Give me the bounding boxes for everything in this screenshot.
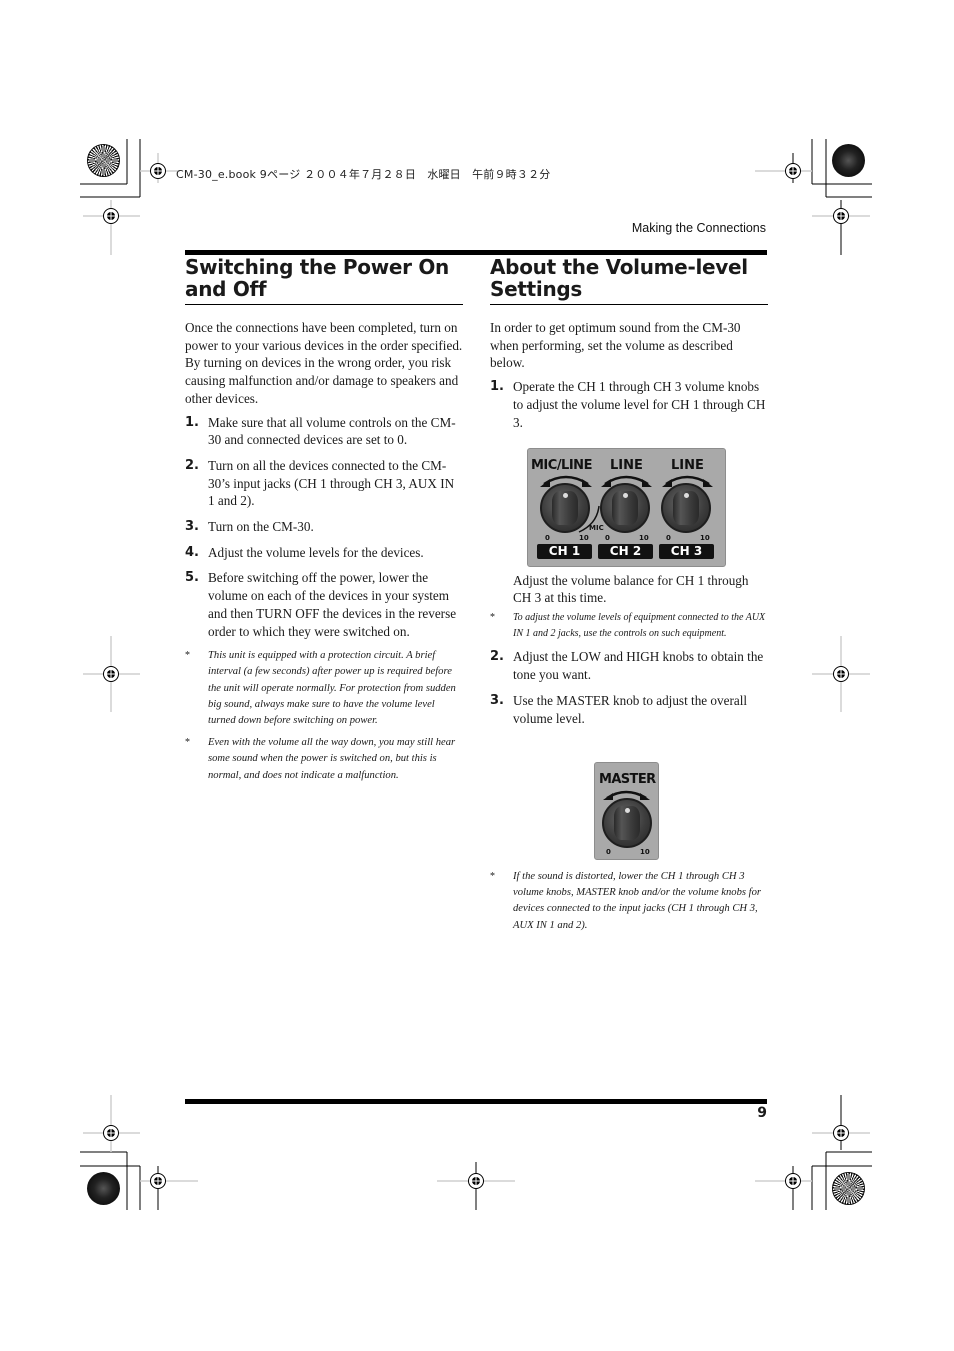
ch3-badge: CH 3: [659, 544, 714, 559]
master-knob-illustration: MASTER 0 10: [594, 762, 659, 860]
step-item: 2. Adjust the LOW and HIGH knobs to obtai…: [490, 648, 768, 683]
ch1-min: 0: [545, 534, 550, 542]
ch3-min: 0: [666, 534, 671, 542]
starburst-mark-bottom-left: [87, 1172, 120, 1205]
step-number: 3.: [185, 519, 199, 535]
starburst-mark-top-left: [87, 144, 120, 177]
note-asterisk: *: [185, 650, 190, 662]
step-item: 5. Before switching off the power, lower …: [185, 569, 463, 640]
note-text: To adjust the volume levels of equipment…: [513, 612, 766, 640]
ch2-volume-knob: [600, 483, 650, 533]
step-item: 2. Turn on all the devices connected to t…: [185, 457, 463, 510]
step-number: 4.: [185, 544, 199, 560]
step-text: Adjust the volume levels for the devices…: [208, 544, 424, 560]
after-panel-block: Adjust the volume balance for CH 1 throu…: [490, 573, 768, 735]
bottom-rule: [185, 1099, 767, 1104]
step-text: Before switching off the power, lower th…: [208, 570, 457, 639]
step-number: 2.: [185, 457, 199, 473]
ch1-max: 10: [579, 534, 589, 542]
starburst-mark-bottom-right: [832, 1172, 865, 1205]
note-text: If the sound is distorted, lower the CH …: [513, 871, 762, 931]
page-number: 9: [757, 1105, 767, 1121]
intro-paragraph: In order to get optimum sound from the C…: [490, 320, 741, 371]
step-item: 4. Adjust the volume levels for the devic…: [185, 544, 463, 562]
step-item: 3. Turn on the CM-30.: [185, 518, 463, 536]
starburst-mark-top-right: [832, 144, 865, 177]
print-job-header: CM-30_e.book 9ページ ２００４年７月２８日 水曜日 午前９時３２分: [176, 168, 551, 181]
section-power-on-off: Switching the Power On and Off Once the …: [185, 256, 463, 788]
step-item: 1. Make sure that all volume controls on …: [185, 414, 463, 449]
step-number: 1.: [490, 379, 504, 395]
note-aux-in: * To adjust the volume levels of equipmen…: [490, 610, 768, 642]
step-text: Adjust the LOW and HIGH knobs to obtain …: [513, 649, 764, 683]
note-distortion: * If the sound is distorted, lower the CH…: [490, 869, 768, 934]
step-number: 1.: [185, 414, 199, 430]
note-asterisk: *: [490, 871, 495, 882]
note-text: Even with the volume all the way down, y…: [208, 737, 456, 781]
note-residual-sound: * Even with the volume all the way down, …: [185, 735, 463, 784]
note-protection-circuit: * This unit is equipped with a protection…: [185, 648, 463, 729]
ch2-badge: CH 2: [598, 544, 653, 559]
step-text: Make sure that all volume controls on th…: [208, 414, 456, 448]
step-text: Operate the CH 1 through CH 3 volume kno…: [513, 379, 766, 430]
note-asterisk: *: [490, 612, 495, 623]
step-item: 1. Operate the CH 1 through CH 3 volume k…: [490, 378, 768, 431]
ch3-volume-knob: [661, 483, 711, 533]
ch3-max: 10: [700, 534, 710, 542]
note-asterisk: *: [185, 737, 190, 749]
ch1-badge: CH 1: [537, 544, 592, 559]
ch2-min: 0: [605, 534, 610, 542]
step-number: 5.: [185, 570, 199, 586]
steps-list: 1. Operate the CH 1 through CH 3 volume k…: [490, 378, 768, 431]
master-max: 10: [640, 848, 650, 856]
balance-instruction: Adjust the volume balance for CH 1 throu…: [513, 573, 749, 605]
section-volume-settings: About the Volume-level Settings In order…: [490, 256, 768, 439]
ch2-max: 10: [639, 534, 649, 542]
step-number: 3.: [490, 692, 504, 708]
running-head: Making the Connections: [631, 221, 766, 235]
step-text: Turn on all the devices connected to the…: [208, 457, 455, 509]
step-text: Use the MASTER knob to adjust the overal…: [513, 692, 748, 726]
steps-list: 1. Make sure that all volume controls on …: [185, 414, 463, 641]
note-text: This unit is equipped with a protection …: [208, 650, 456, 727]
step-text: Turn on the CM-30.: [208, 519, 314, 535]
section-title: About the Volume-level Settings: [490, 256, 768, 305]
intro-paragraph: Once the connections have been completed…: [185, 320, 463, 406]
section-title: Switching the Power On and Off: [185, 256, 463, 305]
steps-list-continued: 2. Adjust the LOW and HIGH knobs to obtai…: [490, 648, 768, 727]
master-min: 0: [606, 848, 611, 856]
channel-knobs-illustration: MIC/LINE LINE LINE MIC 0 10 0 10 0 10 CH…: [527, 448, 726, 567]
printer-crop-marks: [80, 139, 872, 1210]
step-number: 2.: [490, 649, 504, 665]
distortion-note-block: * If the sound is distorted, lower the CH…: [490, 869, 768, 938]
ch1-mic-label: MIC: [589, 524, 604, 532]
master-volume-knob: [602, 798, 652, 848]
step-item: 3. Use the MASTER knob to adjust the over…: [490, 692, 768, 727]
